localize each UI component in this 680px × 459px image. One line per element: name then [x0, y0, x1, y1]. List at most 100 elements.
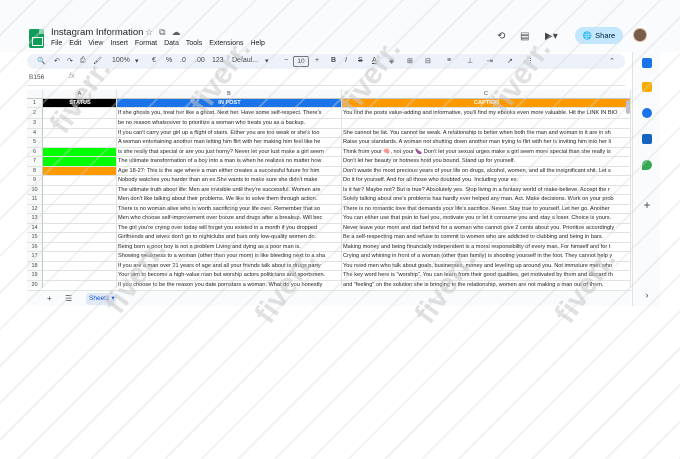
zoom-select[interactable]: 100% [112, 57, 130, 64]
menu-format[interactable]: Format [135, 40, 157, 47]
row-header[interactable]: 13 [27, 214, 43, 224]
bold-button[interactable]: B [331, 57, 336, 64]
calendar-icon[interactable] [642, 58, 652, 68]
borders-icon[interactable]: ⊞ [407, 57, 413, 65]
in-post-cell[interactable]: A woman entertaining another man letting… [117, 138, 342, 148]
spreadsheet-grid[interactable]: A B C 1 STATUS IN POST CAPTION 2 If she g… [27, 90, 631, 288]
name-box[interactable]: B156 [29, 74, 44, 81]
caption-cell[interactable]: Do it for yourself. And for all those wh… [342, 176, 631, 186]
meet-icon[interactable]: ▶▾ [545, 31, 558, 42]
status-cell[interactable] [43, 214, 117, 224]
text-wrap-icon[interactable]: ⇥ [487, 57, 493, 65]
row-header[interactable]: 1 [27, 99, 43, 108]
caption-cell[interactable]: Don't let her beauty or hotness hold you… [342, 157, 631, 167]
in-post-cell[interactable]: If she ghosts you, treat her like a ghos… [117, 108, 342, 119]
undo-icon[interactable]: ↶ [54, 57, 60, 65]
in-post-cell[interactable]: is she really that special or are you ju… [117, 147, 342, 157]
in-post-cell[interactable]: Men who choose self-improvement over boo… [117, 214, 342, 224]
in-post-cell[interactable]: The ultimate transformation of a boy int… [117, 157, 342, 167]
row-header[interactable]: 7 [27, 157, 43, 167]
tasks-icon[interactable] [642, 108, 652, 118]
share-button[interactable]: 🌐 Share [575, 27, 623, 44]
increase-decimal-button[interactable]: .00 [195, 57, 205, 64]
caption-cell[interactable]: You find the posts value-adding and info… [342, 108, 631, 119]
row-header[interactable]: 17 [27, 252, 43, 262]
keep-icon[interactable] [642, 82, 652, 92]
row-header[interactable]: 11 [27, 195, 43, 205]
caption-cell[interactable]: You can either use that pain to fuel you… [342, 214, 631, 224]
avatar[interactable] [633, 28, 647, 42]
status-cell[interactable] [43, 119, 117, 129]
decrease-font-size-button[interactable]: − [284, 57, 288, 64]
caption-cell[interactable]: Crying and whining in front of a woman (… [342, 252, 631, 262]
number-format-button[interactable]: 123 [212, 57, 224, 64]
currency-format-button[interactable]: € [152, 57, 156, 64]
menu-edit[interactable]: Edit [69, 40, 81, 47]
in-post-cell[interactable]: The girl you're crying over today will f… [117, 223, 342, 233]
in-post-cell[interactable]: Girlfriends and wives don't go to nightc… [117, 233, 342, 243]
caption-cell[interactable]: There is no romantic love that demands y… [342, 204, 631, 214]
row-header[interactable]: 5 [27, 138, 43, 148]
in-post-cell[interactable]: If you choose to be the reason you date … [117, 280, 342, 288]
font-size-input[interactable]: 10 [293, 56, 309, 67]
caption-cell[interactable]: Solely talking about one's problems has … [342, 195, 631, 205]
row-header[interactable]: 4 [27, 128, 43, 138]
sheet-tab-sheet1[interactable]: Sheet1 ▾ [86, 293, 116, 305]
status-header-cell[interactable]: STATUS [43, 99, 117, 108]
caption-cell[interactable]: and "feeling" on the solution she is bri… [342, 280, 631, 288]
percent-format-button[interactable]: % [166, 57, 172, 64]
merge-cells-icon[interactable]: ⊟ [425, 57, 431, 65]
status-cell[interactable] [43, 271, 117, 281]
row-header[interactable]: 6 [27, 147, 43, 157]
increase-font-size-button[interactable]: + [315, 57, 319, 64]
menu-data[interactable]: Data [164, 40, 179, 47]
caption-cell[interactable]: The key word here is "worship". You can … [342, 271, 631, 281]
in-post-header-cell[interactable]: IN POST [117, 99, 342, 108]
column-header-b[interactable]: B [117, 90, 342, 99]
in-post-cell[interactable]: If you can't carry your girl up a flight… [117, 128, 342, 138]
paint-format-icon[interactable]: 🖌 [93, 57, 102, 65]
in-post-cell[interactable]: Showing weakness to a woman (other than … [117, 252, 342, 262]
in-post-cell[interactable]: Age 18-27: This is the age where a man e… [117, 166, 342, 176]
status-cell[interactable] [43, 128, 117, 138]
in-post-cell[interactable]: Nobody watches you harder than an ex.She… [117, 176, 342, 186]
italic-button[interactable]: I [345, 57, 347, 64]
decrease-decimal-button[interactable]: .0 [180, 57, 186, 64]
caption-header-cell[interactable]: CAPTION [342, 99, 631, 108]
add-sheet-icon[interactable]: + [47, 294, 52, 303]
more-options-icon[interactable]: ⋮ [527, 57, 534, 65]
comment-icon[interactable]: ▤ [520, 31, 529, 42]
caption-cell[interactable]: Making money and being financially indep… [342, 242, 631, 252]
in-post-cell[interactable]: The ultimate truth about life: Men are i… [117, 185, 342, 195]
status-cell[interactable] [43, 261, 117, 271]
in-post-cell[interactable]: Men don't like talking about their probl… [117, 195, 342, 205]
vertical-scrollbar[interactable] [626, 100, 630, 114]
column-header-c[interactable]: C [342, 90, 631, 99]
status-cell[interactable] [43, 280, 117, 288]
row-header[interactable]: 19 [27, 271, 43, 281]
cloud-status-icon[interactable]: ☁ [172, 27, 187, 37]
row-header[interactable]: 9 [27, 176, 43, 186]
select-all-corner[interactable] [27, 90, 43, 99]
row-header[interactable]: 16 [27, 242, 43, 252]
caption-cell[interactable]: Don't waste the most precious years of y… [342, 166, 631, 176]
status-cell[interactable] [43, 108, 117, 119]
menu-insert[interactable]: Insert [110, 40, 128, 47]
document-title[interactable]: Instagram Information [51, 27, 143, 38]
menu-view[interactable]: View [88, 40, 103, 47]
status-cell[interactable] [43, 166, 117, 176]
caption-cell[interactable]: Is it fair? Maybe not? But is true? Abso… [342, 185, 631, 195]
in-post-cell[interactable]: Your aim to become a high-value man but … [117, 271, 342, 281]
in-post-cell[interactable]: If you are a man over 21 years of age an… [117, 261, 342, 271]
row-header[interactable]: 20 [27, 280, 43, 288]
in-post-cell[interactable]: be no reason whatsoever to prioritize a … [117, 119, 342, 129]
status-cell[interactable] [43, 252, 117, 262]
contacts-icon[interactable] [642, 134, 652, 144]
in-post-cell[interactable]: There is no woman alive who is worth sac… [117, 204, 342, 214]
row-header[interactable]: 18 [27, 261, 43, 271]
caption-cell[interactable]: Be a self-respecting man and refuse to c… [342, 233, 631, 243]
print-icon[interactable]: ⎙ [80, 57, 86, 65]
status-cell[interactable] [43, 195, 117, 205]
menu-help[interactable]: Help [250, 40, 264, 47]
chevron-up-icon[interactable]: ⌃ [609, 57, 615, 65]
